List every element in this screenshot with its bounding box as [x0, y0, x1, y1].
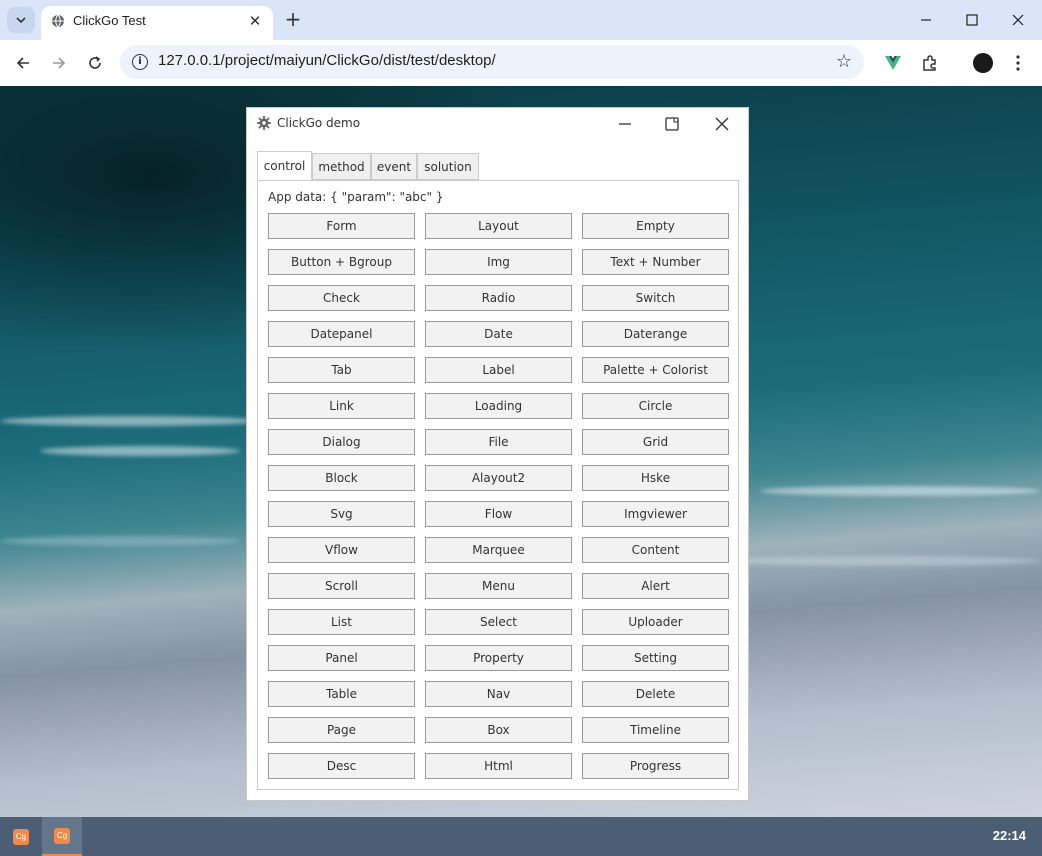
forward-button[interactable]	[47, 51, 71, 75]
link-button[interactable]: Link	[268, 393, 415, 419]
app-window: ClickGo demo control method event soluti…	[246, 107, 749, 801]
dialog-button[interactable]: Dialog	[268, 429, 415, 455]
page-button[interactable]: Page	[268, 717, 415, 743]
clickgo-app-icon: Cg	[54, 827, 70, 844]
box-button[interactable]: Box	[425, 717, 572, 743]
uploader-button[interactable]: Uploader	[582, 609, 729, 635]
menu-button[interactable]: Menu	[425, 573, 572, 599]
timeline-button[interactable]: Timeline	[582, 717, 729, 743]
loading-button[interactable]: Loading	[425, 393, 572, 419]
close-icon	[1012, 14, 1024, 26]
svg-button[interactable]: Svg	[268, 501, 415, 527]
date-button[interactable]: Date	[425, 321, 572, 347]
vue-devtools-icon[interactable]	[881, 51, 905, 75]
form-button[interactable]: Form	[268, 213, 415, 239]
reload-icon	[89, 56, 101, 69]
vflow-button[interactable]: Vflow	[268, 537, 415, 563]
app-window-header[interactable]: ClickGo demo	[247, 108, 748, 140]
app-data-text: App data: { "param": "abc" }	[268, 190, 444, 204]
panel-button[interactable]: Panel	[268, 645, 415, 671]
switch-button[interactable]: Switch	[582, 285, 729, 311]
taskbar: Cg Cg 22:14	[0, 817, 1042, 856]
info-icon[interactable]: i	[132, 54, 148, 70]
tab-control[interactable]: control	[257, 151, 312, 180]
layout-button[interactable]: Layout	[425, 213, 572, 239]
property-button[interactable]: Property	[425, 645, 572, 671]
table-button[interactable]: Table	[268, 681, 415, 707]
control-panel: App data: { "param": "abc" } Form Layout E…	[257, 180, 739, 790]
daterange-button[interactable]: Daterange	[582, 321, 729, 347]
desc-button[interactable]: Desc	[268, 753, 415, 779]
alayout2-button[interactable]: Alayout2	[425, 465, 572, 491]
tab-solution[interactable]: solution	[417, 153, 479, 180]
content-button[interactable]: Content	[582, 537, 729, 563]
tab-title: ClickGo Test	[73, 13, 146, 28]
app-maximize-button[interactable]	[661, 113, 683, 135]
app-minimize-button[interactable]	[614, 113, 636, 135]
minimize-icon	[619, 123, 631, 125]
setting-button[interactable]: Setting	[582, 645, 729, 671]
close-tab-icon[interactable]: ✕	[245, 11, 265, 31]
label-button[interactable]: Label	[425, 357, 572, 383]
minimize-window-button[interactable]	[914, 8, 938, 32]
tab-search-button[interactable]	[7, 7, 35, 33]
marquee-button[interactable]: Marquee	[425, 537, 572, 563]
browser-titlebar: ClickGo Test ✕ +	[0, 0, 1042, 40]
chevron-down-icon	[16, 17, 26, 23]
bookmark-star-icon[interactable]: ☆	[836, 51, 852, 72]
palette-colorist-button[interactable]: Palette + Colorist	[582, 357, 729, 383]
clickgo-app-icon: Cg	[13, 828, 29, 845]
imgviewer-button[interactable]: Imgviewer	[582, 501, 729, 527]
minimize-icon	[921, 19, 931, 21]
back-button[interactable]	[11, 51, 35, 75]
img-button[interactable]: Img	[425, 249, 572, 275]
grid-button[interactable]: Grid	[582, 429, 729, 455]
arrow-right-icon	[53, 57, 66, 69]
alert-button[interactable]: Alert	[582, 573, 729, 599]
delete-button[interactable]: Delete	[582, 681, 729, 707]
more-menu-icon[interactable]	[1006, 51, 1030, 75]
block-button[interactable]: Block	[268, 465, 415, 491]
nav-button[interactable]: Nav	[425, 681, 572, 707]
close-window-button[interactable]	[1006, 8, 1030, 32]
circle-button[interactable]: Circle	[582, 393, 729, 419]
new-tab-button[interactable]: +	[282, 7, 304, 31]
globe-icon	[52, 14, 64, 28]
tab-method[interactable]: method	[312, 153, 371, 180]
gear-icon	[257, 116, 271, 130]
hske-button[interactable]: Hske	[582, 465, 729, 491]
url-text[interactable]: 127.0.0.1/project/maiyun/ClickGo/dist/te…	[158, 52, 496, 69]
arrow-left-icon	[16, 57, 29, 69]
tab-button[interactable]: Tab	[268, 357, 415, 383]
file-button[interactable]: File	[425, 429, 572, 455]
select-button[interactable]: Select	[425, 609, 572, 635]
app-window-title: ClickGo demo	[277, 116, 361, 130]
taskbar-app[interactable]: Cg	[1, 817, 41, 856]
progress-button[interactable]: Progress	[582, 753, 729, 779]
maximize-icon	[966, 14, 978, 26]
address-bar[interactable]: i 127.0.0.1/project/maiyun/ClickGo/dist/…	[120, 45, 864, 79]
scroll-button[interactable]: Scroll	[268, 573, 415, 599]
button-bgroup-button[interactable]: Button + Bgroup	[268, 249, 415, 275]
empty-button[interactable]: Empty	[582, 213, 729, 239]
list-button[interactable]: List	[268, 609, 415, 635]
extensions-icon[interactable]	[918, 51, 942, 75]
app-close-button[interactable]	[711, 113, 733, 135]
taskbar-clock: 22:14	[992, 828, 1026, 843]
html-button[interactable]: Html	[425, 753, 572, 779]
taskbar-app-active[interactable]: Cg	[42, 817, 82, 856]
browser-toolbar: i 127.0.0.1/project/maiyun/ClickGo/dist/…	[0, 40, 1042, 86]
reload-button[interactable]	[83, 51, 107, 75]
close-icon	[715, 117, 729, 131]
flow-button[interactable]: Flow	[425, 501, 572, 527]
maximize-icon	[665, 117, 679, 131]
browser-tab[interactable]: ClickGo Test ✕	[41, 6, 273, 40]
radio-button[interactable]: Radio	[425, 285, 572, 311]
tab-event[interactable]: event	[371, 153, 417, 180]
profile-avatar[interactable]	[971, 51, 995, 75]
maximize-window-button[interactable]	[960, 8, 984, 32]
datepanel-button[interactable]: Datepanel	[268, 321, 415, 347]
text-number-button[interactable]: Text + Number	[582, 249, 729, 275]
check-button[interactable]: Check	[268, 285, 415, 311]
